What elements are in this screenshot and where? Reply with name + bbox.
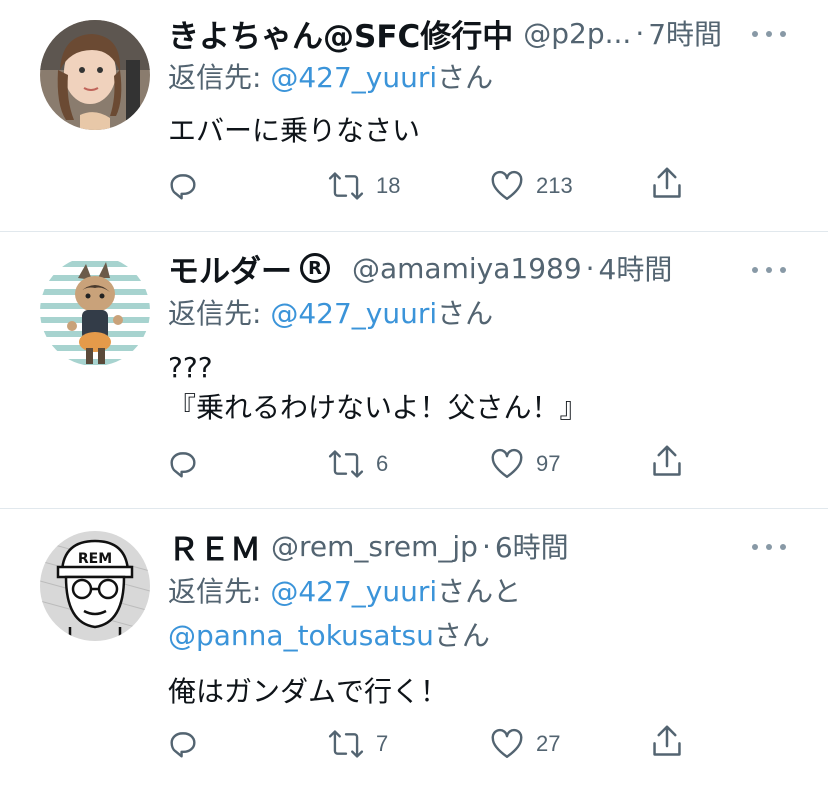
registered-badge: R xyxy=(300,253,330,283)
avatar-mulder[interactable] xyxy=(40,256,150,366)
reply-mention-link[interactable]: @427_yuuri xyxy=(270,575,437,608)
separator-dot: · xyxy=(585,251,595,285)
reply-button[interactable] xyxy=(166,168,200,204)
tweet-header: きよちゃん@SFC修行中 @p2p... · 7時間 xyxy=(168,11,722,56)
like-icon xyxy=(491,170,523,200)
reply-icon xyxy=(170,732,196,758)
separator-dot: · xyxy=(481,529,491,563)
reply-context: 返信先: @427_yuuriさん xyxy=(168,58,493,98)
tweet-text: 俺はガンダムで行く！ xyxy=(168,672,448,712)
display-name[interactable]: ＲＥＭ xyxy=(168,524,261,569)
tweet-header: ＲＥＭ @rem_srem_jp · 6時間 xyxy=(168,524,569,569)
retweet-icon xyxy=(328,450,364,478)
reply-context: 返信先: @427_yuuriさんと @panna_tokusatsuさん xyxy=(168,572,521,656)
tweet-text: ??? 『乗れるわけないよ！父さん！』 xyxy=(168,348,587,428)
reply-icon xyxy=(170,452,196,478)
user-handle[interactable]: @amamiya1989 xyxy=(352,252,582,285)
like-icon xyxy=(491,448,523,478)
reply-mention-link[interactable]: @427_yuuri xyxy=(270,61,437,94)
tweet-2[interactable]: モルダー R @amamiya1989 · 4時間 返信先: @427_yuur… xyxy=(0,232,828,507)
reply-prefix: 返信先: xyxy=(168,297,271,330)
timestamp[interactable]: 4時間 xyxy=(599,248,673,288)
retweet-button[interactable]: 18 xyxy=(328,168,400,204)
reply-mention-link[interactable]: @427_yuuri xyxy=(270,297,437,330)
more-icon[interactable] xyxy=(752,541,786,553)
tweet-text-line: エバーに乗りなさい xyxy=(168,114,421,147)
tweet-text: エバーに乗りなさい xyxy=(168,111,420,151)
share-icon xyxy=(653,445,681,476)
timestamp[interactable]: 6時間 xyxy=(495,526,569,566)
tweet-1[interactable]: きよちゃん@SFC修行中 @p2p... · 7時間 返信先: @427_yuu… xyxy=(0,0,828,230)
retweet-count: 18 xyxy=(376,173,401,198)
more-icon[interactable] xyxy=(752,28,786,40)
retweet-button[interactable]: 7 xyxy=(328,726,388,762)
reply-context: 返信先: @427_yuuriさん xyxy=(168,294,493,334)
separator-dot: · xyxy=(635,16,645,50)
avatar-kiyochan[interactable] xyxy=(40,20,150,130)
share-button[interactable] xyxy=(650,166,684,202)
reply-icon xyxy=(170,174,196,200)
reply-suffix-2: さん xyxy=(433,619,490,652)
reply-suffix: さん xyxy=(437,297,494,330)
retweet-count: 7 xyxy=(376,731,389,756)
retweet-count: 6 xyxy=(376,451,389,476)
like-count: 97 xyxy=(536,451,561,476)
like-button[interactable]: 97 xyxy=(490,446,560,482)
share-button[interactable] xyxy=(650,444,684,480)
share-icon xyxy=(653,167,681,198)
tweet-text-line: ??? xyxy=(168,351,213,384)
timestamp[interactable]: 7時間 xyxy=(648,13,722,53)
svg-text:REM: REM xyxy=(78,551,112,567)
tweet-text-line: 『乗れるわけないよ！父さん！』 xyxy=(168,391,588,424)
like-icon xyxy=(491,728,523,758)
more-icon[interactable] xyxy=(752,264,786,276)
avatar-rem[interactable]: REM xyxy=(40,531,150,641)
like-count: 213 xyxy=(536,173,573,198)
share-button[interactable] xyxy=(650,724,684,760)
retweet-button[interactable]: 6 xyxy=(328,446,388,482)
reply-prefix: 返信先: xyxy=(168,575,271,608)
display-name[interactable]: モルダー xyxy=(168,246,292,291)
like-count: 27 xyxy=(536,731,561,756)
reply-suffix: さん xyxy=(437,61,494,94)
like-button[interactable]: 213 xyxy=(490,168,573,204)
reply-mention-link-2[interactable]: @panna_tokusatsu xyxy=(168,619,434,652)
retweet-icon xyxy=(328,730,364,758)
reply-suffix: さんと xyxy=(437,575,522,608)
tweet-text-line: 俺はガンダムで行く！ xyxy=(168,675,449,708)
like-button[interactable]: 27 xyxy=(490,726,560,762)
tweet-3[interactable]: REM ＲＥＭ @rem_srem_jp · 6時間 返信先: @427_yuu… xyxy=(0,509,828,787)
retweet-icon xyxy=(328,172,364,200)
tweet-header: モルダー R @amamiya1989 · 4時間 xyxy=(168,246,673,291)
user-handle[interactable]: @p2p... xyxy=(523,17,631,50)
reply-button[interactable] xyxy=(166,446,200,482)
share-icon xyxy=(653,725,681,756)
display-name[interactable]: きよちゃん@SFC修行中 xyxy=(168,11,513,56)
reply-prefix: 返信先: xyxy=(168,61,271,94)
user-handle[interactable]: @rem_srem_jp xyxy=(271,530,478,563)
reply-button[interactable] xyxy=(166,726,200,762)
